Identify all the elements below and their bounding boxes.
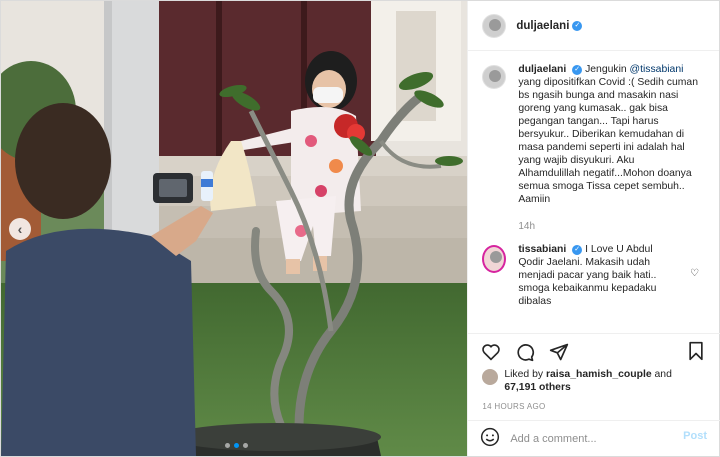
caption-prefix: Jengukin: [585, 64, 630, 75]
carousel-dot: [225, 443, 230, 448]
like-comment-heart-icon[interactable]: ♡: [690, 268, 699, 279]
post-photo[interactable]: ‹: [1, 1, 468, 456]
verified-badge-icon: ✓: [572, 245, 583, 255]
caption-text: yang dipositifkan Covid :( Sedih cuman b…: [518, 77, 698, 205]
comment-input[interactable]: [510, 432, 671, 445]
comments-section: duljaelani ✓ Jengukin @tissabiani yang d…: [468, 63, 720, 333]
post-header: duljaelani ✓: [468, 1, 719, 51]
caption-age: 14h: [518, 221, 536, 232]
reply-avatar[interactable]: [482, 245, 507, 273]
comment-icon[interactable]: [514, 341, 536, 363]
carousel-dot: [243, 443, 248, 448]
post-comment-button[interactable]: Post: [683, 430, 707, 442]
caption-username[interactable]: duljaelani: [518, 64, 566, 75]
bookmark-icon[interactable]: [685, 340, 707, 362]
likes-conjunction: and: [651, 369, 672, 380]
instagram-post: ‹ duljaelani ✓ duljaelani ✓ Jengukin @ti…: [0, 0, 720, 457]
likes-prefix: Liked by: [504, 369, 546, 380]
post-side-panel: duljaelani ✓ duljaelani ✓ Jengukin @tiss…: [467, 1, 720, 456]
caption: duljaelani ✓ Jengukin @tissabiani yang d…: [468, 63, 720, 233]
heart-icon[interactable]: [480, 341, 502, 363]
photo-illustration: [1, 1, 468, 456]
reply-comment: tissabiani ✓ I Love U Abdul Qodir Jaelan…: [468, 243, 720, 308]
likes-count[interactable]: 67,191 others: [504, 382, 570, 393]
verified-badge-icon: ✓: [572, 65, 583, 75]
reply-username[interactable]: tissabiani: [518, 244, 566, 255]
carousel-dot-active: [234, 443, 239, 448]
chevron-left-icon: ‹: [17, 221, 23, 237]
author-username[interactable]: duljaelani: [516, 20, 569, 32]
verified-badge-icon: ✓: [572, 20, 583, 31]
author-avatar[interactable]: [482, 13, 507, 38]
caption-avatar[interactable]: [482, 65, 507, 89]
smiley-icon[interactable]: [480, 427, 500, 450]
likes-summary: Liked by raisa_hamish_couple and 67,191 …: [482, 368, 672, 394]
caption-mention[interactable]: @tissabiani: [630, 64, 684, 75]
previous-photo-button[interactable]: ‹: [9, 218, 31, 240]
liker-username[interactable]: raisa_hamish_couple: [546, 369, 652, 380]
carousel-indicator: [225, 443, 248, 448]
post-timestamp[interactable]: 14 HOURS AGO: [482, 402, 545, 411]
action-bar: [468, 333, 720, 369]
paper-plane-icon[interactable]: [548, 341, 570, 363]
liker-avatar[interactable]: [482, 369, 499, 385]
